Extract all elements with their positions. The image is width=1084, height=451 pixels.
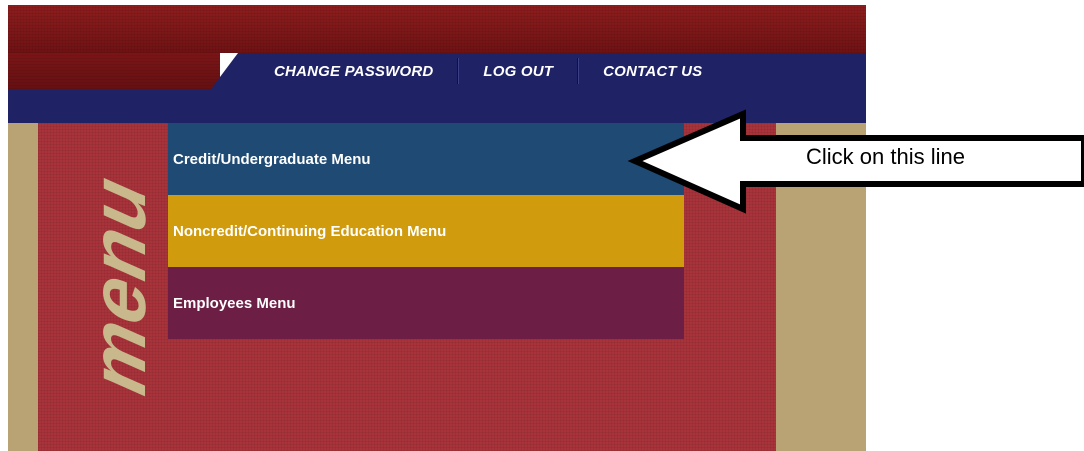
log-out-link[interactable]: Log Out <box>483 63 553 80</box>
top-nav-links: Change Password Log Out Contact Us <box>238 53 866 89</box>
contact-us-link[interactable]: Contact Us <box>603 63 702 80</box>
sidebar-menu-title: menu <box>74 168 162 402</box>
menu-item-label: Credit/Undergraduate Menu <box>173 150 371 168</box>
nav-divider <box>577 58 580 84</box>
nav-divider <box>457 58 460 84</box>
banner-left-block <box>8 53 220 89</box>
left-tan-strip <box>8 123 38 451</box>
menu-item-employees[interactable]: Employees Menu <box>168 267 684 339</box>
callout-text: Click on this line <box>806 144 965 169</box>
sidebar-menu-heading: menu <box>68 135 168 435</box>
right-tan-strip <box>776 123 866 451</box>
menu-item-label: Noncredit/Continuing Education Menu <box>173 222 447 240</box>
menu-item-label: Employees Menu <box>173 294 296 312</box>
menu-item-credit-undergraduate[interactable]: Credit/Undergraduate Menu <box>168 123 684 195</box>
app-window: Change Password Log Out Contact Us menu … <box>8 5 866 451</box>
top-banner <box>8 5 866 53</box>
change-password-link[interactable]: Change Password <box>274 63 433 80</box>
main-menu-area: menu Credit/Undergraduate Menu Noncredit… <box>8 123 866 451</box>
menu-item-noncredit-continuing-education[interactable]: Noncredit/Continuing Education Menu <box>168 195 684 267</box>
